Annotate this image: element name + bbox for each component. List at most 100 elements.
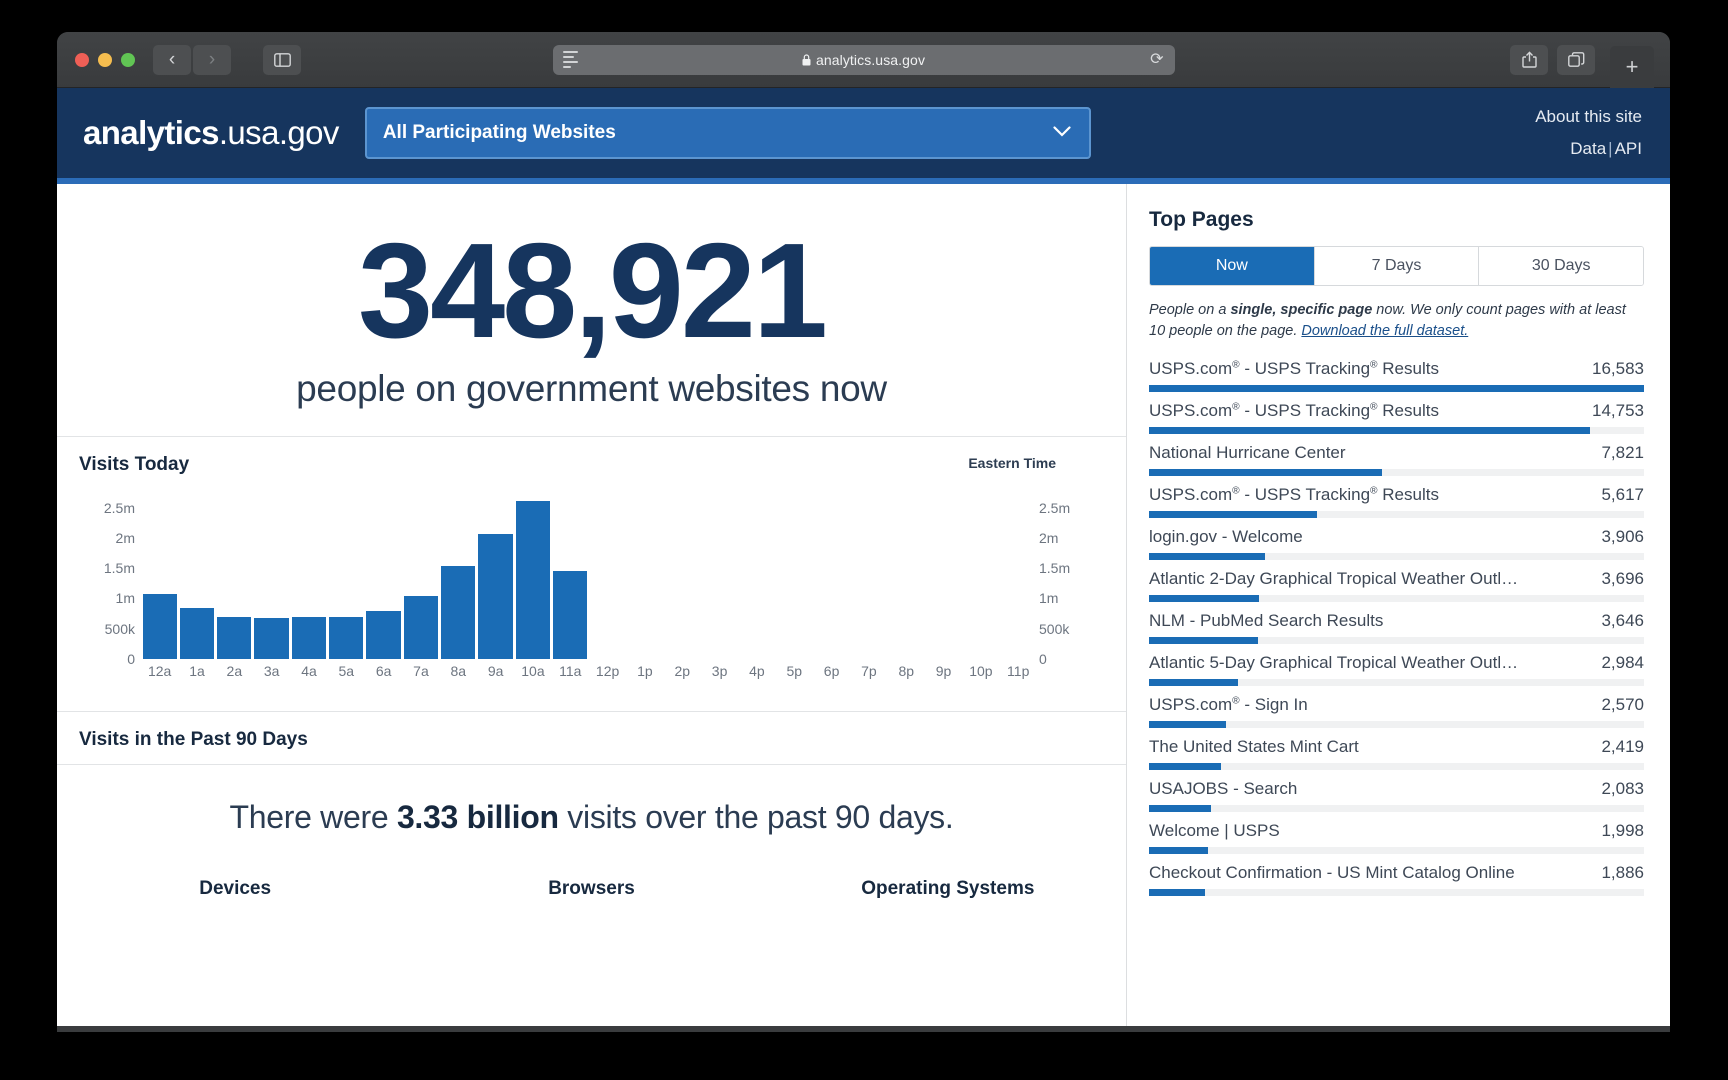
- top-pages-row[interactable]: National Hurricane Center 7,821: [1149, 434, 1644, 477]
- row-bar-track: [1149, 679, 1644, 687]
- row-page-title[interactable]: NLM - PubMed Search Results: [1149, 611, 1601, 631]
- chart-bar-slot[interactable]: [141, 493, 178, 659]
- site-logo[interactable]: analytics.usa.gov: [83, 114, 339, 152]
- chart-bar[interactable]: [553, 571, 588, 659]
- chart-bar-slot[interactable]: [328, 493, 365, 659]
- api-link[interactable]: API: [1615, 133, 1642, 165]
- timezone-label: Eastern Time: [968, 454, 1056, 471]
- row-page-title[interactable]: USAJOBS - Search: [1149, 779, 1601, 799]
- top-pages-row[interactable]: NLM - PubMed Search Results 3,646: [1149, 602, 1644, 645]
- top-pages-row[interactable]: USPS.com® - Sign In 2,570: [1149, 686, 1644, 729]
- top-pages-row[interactable]: USPS.com® - USPS Tracking® Results 14,753: [1149, 392, 1644, 435]
- row-page-title[interactable]: USPS.com® - USPS Tracking® Results: [1149, 359, 1592, 379]
- chart-bar-slot[interactable]: [290, 493, 327, 659]
- chart-bar-slot[interactable]: [253, 493, 290, 659]
- chart-bar[interactable]: [366, 611, 401, 659]
- chart-bar-slot[interactable]: [514, 493, 551, 659]
- chart-bar-slot[interactable]: [738, 493, 775, 659]
- reload-icon[interactable]: ⟳: [1150, 51, 1163, 68]
- row-page-title[interactable]: Atlantic 2-Day Graphical Tropical Weathe…: [1149, 569, 1601, 589]
- chart-bar[interactable]: [179, 608, 215, 659]
- row-visitor-count: 1,998: [1601, 821, 1644, 841]
- chart-bar-slot[interactable]: [552, 493, 589, 659]
- chart-bar-slot[interactable]: [626, 493, 663, 659]
- back-button[interactable]: ‹: [153, 44, 191, 75]
- top-pages-row[interactable]: The United States Mint Cart 2,419: [1149, 728, 1644, 771]
- x-axis-tick-label: 7a: [413, 662, 429, 679]
- download-dataset-link[interactable]: Download the full dataset.: [1301, 323, 1468, 339]
- top-pages-row[interactable]: USAJOBS - Search 2,083: [1149, 770, 1644, 813]
- chart-bar-slot[interactable]: [813, 493, 850, 659]
- top-pages-row[interactable]: Welcome | USPS 1,998: [1149, 812, 1644, 855]
- share-button[interactable]: [1510, 44, 1548, 75]
- chart-bar[interactable]: [254, 617, 289, 659]
- minimize-window-button[interactable]: [98, 52, 112, 67]
- forward-button[interactable]: ›: [193, 44, 231, 75]
- chart-bar-slot[interactable]: [402, 493, 439, 659]
- row-page-title[interactable]: Welcome | USPS: [1149, 821, 1601, 841]
- chart-bar-slot[interactable]: [888, 493, 925, 659]
- chart-bar-slot[interactable]: [925, 493, 962, 659]
- chart-bar-slot[interactable]: [589, 493, 626, 659]
- x-axis-tick-label: 8p: [898, 662, 915, 679]
- chart-bar-slot[interactable]: [216, 493, 253, 659]
- row-bar-track: [1149, 721, 1644, 729]
- website-select[interactable]: All Participating Websites: [364, 107, 1091, 159]
- top-pages-row[interactable]: login.gov - Welcome 3,906: [1149, 518, 1644, 561]
- row-visitor-count: 3,906: [1601, 527, 1644, 547]
- top-pages-tab-7-days[interactable]: 7 Days: [1313, 247, 1479, 285]
- y-axis-tick: 500k: [104, 620, 135, 637]
- chart-bar[interactable]: [291, 617, 327, 659]
- row-head: Atlantic 2-Day Graphical Tropical Weathe…: [1149, 569, 1644, 589]
- about-this-site-link[interactable]: About this site: [1535, 101, 1642, 133]
- top-pages-row[interactable]: USPS.com® - USPS Tracking® Results 16,583: [1149, 350, 1644, 393]
- x-axis-tick-label: 11a: [559, 662, 582, 679]
- y-axis-zero-label: 0: [127, 650, 135, 667]
- row-page-title[interactable]: USPS.com® - Sign In: [1149, 695, 1601, 715]
- chart-bar-slot[interactable]: [664, 493, 701, 659]
- chart-bar-slot[interactable]: [850, 493, 887, 659]
- row-page-title[interactable]: login.gov - Welcome: [1149, 527, 1601, 547]
- row-page-title[interactable]: Atlantic 5-Day Graphical Tropical Weathe…: [1149, 653, 1601, 673]
- chart-bar-slot[interactable]: [701, 493, 738, 659]
- address-bar[interactable]: analytics.usa.gov ⟳: [552, 44, 1175, 75]
- past90-sentence-bold: 3.33 billion: [396, 798, 559, 835]
- past90-sentence-post: visits over the past 90 days.: [558, 798, 954, 835]
- row-page-title[interactable]: USPS.com® - USPS Tracking® Results: [1149, 401, 1592, 421]
- data-link[interactable]: Data: [1570, 133, 1606, 165]
- chart-bar-slot[interactable]: [776, 493, 813, 659]
- close-window-button[interactable]: [75, 52, 89, 67]
- chart-bar[interactable]: [403, 595, 439, 659]
- maximize-window-button[interactable]: [121, 52, 135, 67]
- chart-bar[interactable]: [441, 566, 476, 659]
- row-page-title[interactable]: USPS.com® - USPS Tracking® Results: [1149, 485, 1601, 505]
- top-pages-tabs: Now 7 Days 30 Days: [1149, 246, 1644, 286]
- chart-bar-slot[interactable]: [440, 493, 477, 659]
- row-page-title[interactable]: The United States Mint Cart: [1149, 737, 1601, 757]
- top-pages-row[interactable]: USPS.com® - USPS Tracking® Results 5,617: [1149, 476, 1644, 519]
- chart-bar[interactable]: [217, 616, 252, 659]
- top-pages-row[interactable]: Atlantic 2-Day Graphical Tropical Weathe…: [1149, 560, 1644, 603]
- x-axis-tick-label: 1p: [637, 662, 653, 679]
- row-head: USPS.com® - USPS Tracking® Results 14,753: [1149, 401, 1644, 421]
- chart-bar-slot[interactable]: [178, 493, 215, 659]
- top-pages-row[interactable]: Checkout Confirmation - US Mint Catalog …: [1149, 854, 1644, 897]
- note-pre: People on a: [1149, 302, 1231, 318]
- chart-bar[interactable]: [515, 500, 551, 659]
- chart-bar[interactable]: [329, 616, 364, 659]
- chart-bar[interactable]: [142, 593, 177, 659]
- new-tab-button[interactable]: +: [1610, 45, 1654, 88]
- row-page-title[interactable]: National Hurricane Center: [1149, 443, 1601, 463]
- x-axis-tick-label: 3a: [263, 662, 280, 679]
- chart-bar-slot[interactable]: [365, 493, 402, 659]
- top-pages-tab-30-days[interactable]: 30 Days: [1478, 247, 1643, 285]
- chart-bar-slot[interactable]: [962, 493, 999, 659]
- tab-overview-button[interactable]: [1557, 44, 1595, 75]
- sidebar-toggle-button[interactable]: [263, 44, 301, 75]
- chart-bar[interactable]: [478, 534, 513, 659]
- row-page-title[interactable]: Checkout Confirmation - US Mint Catalog …: [1149, 863, 1601, 883]
- top-pages-tab-now[interactable]: Now: [1150, 247, 1314, 285]
- chart-bar-slot[interactable]: [477, 493, 514, 659]
- top-pages-row[interactable]: Atlantic 5-Day Graphical Tropical Weathe…: [1149, 644, 1644, 687]
- chart-bar-slot[interactable]: [1000, 493, 1037, 659]
